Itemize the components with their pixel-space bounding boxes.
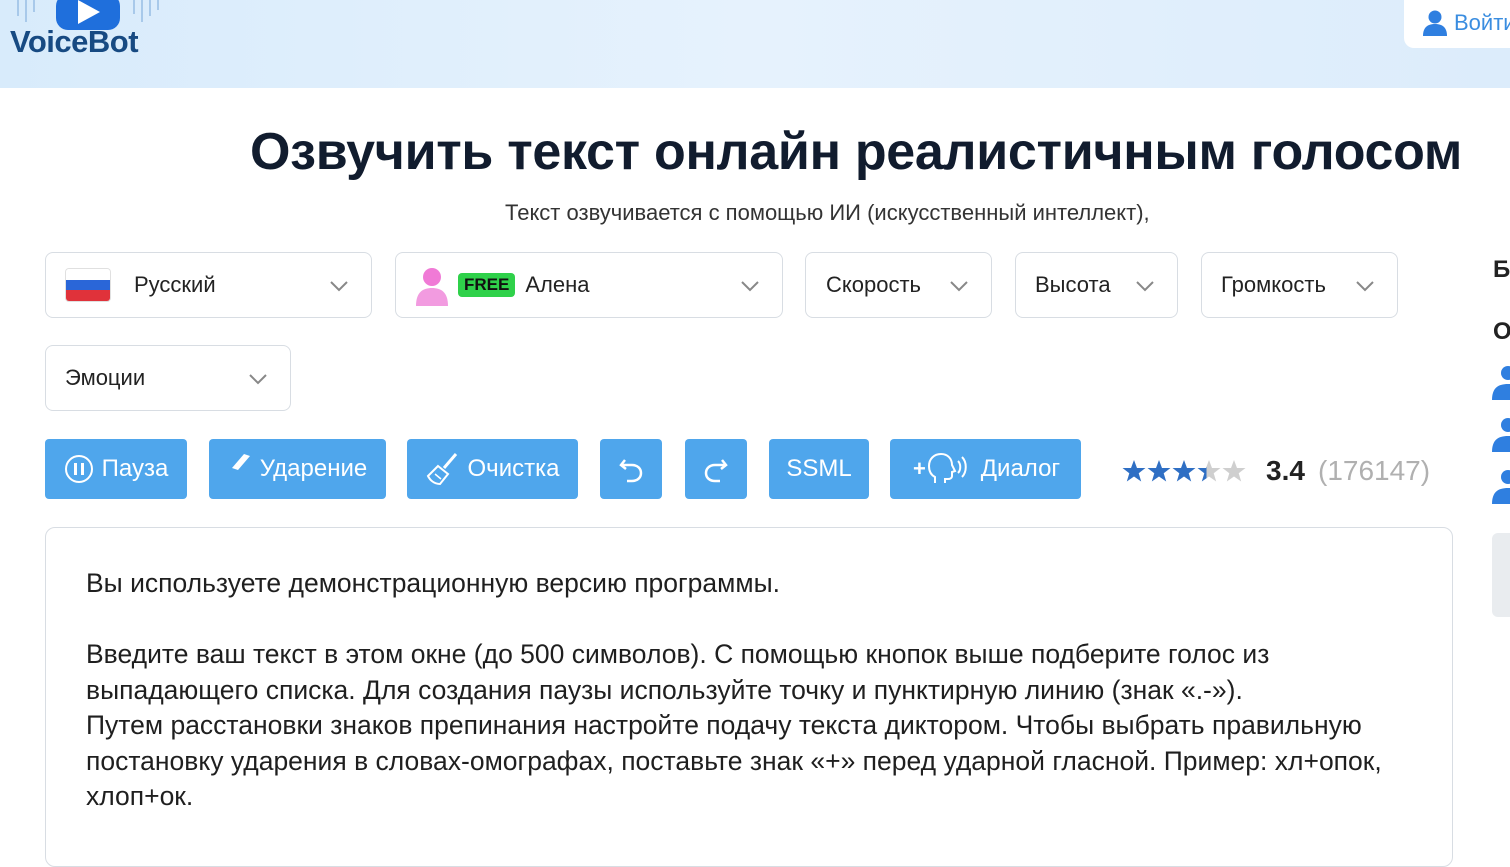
rating-value: 3.4 xyxy=(1266,455,1305,486)
pause-button[interactable]: Пауза xyxy=(45,439,187,499)
language-value: Русский xyxy=(134,272,216,297)
russia-flag-icon xyxy=(66,269,110,301)
svg-text:+: + xyxy=(913,456,926,481)
emotions-label: Эмоции xyxy=(65,365,146,390)
login-button[interactable]: Войти xyxy=(1404,0,1510,48)
voice-select[interactable]: FREE Алена xyxy=(395,252,783,318)
female-avatar-icon xyxy=(416,268,448,306)
clear-label: Очистка xyxy=(467,455,560,482)
redo-icon xyxy=(704,459,728,483)
text-editor[interactable]: Вы используете демонстрационную версию п… xyxy=(45,527,1453,867)
ssml-button[interactable]: SSML xyxy=(769,439,869,499)
logo[interactable]: VoiceBot xyxy=(4,0,174,74)
undo-icon xyxy=(619,459,643,483)
chevron-down-icon xyxy=(1136,281,1154,292)
pitch-select[interactable]: Высота xyxy=(1015,252,1178,318)
chevron-down-icon xyxy=(741,281,759,292)
login-label: Войти xyxy=(1454,10,1510,35)
sidebar-heading-b: Б xyxy=(1493,256,1510,283)
logo-text: VoiceBot xyxy=(10,24,139,59)
sidebar-panel[interactable] xyxy=(1492,533,1510,617)
site-header: VoiceBot Войти xyxy=(0,0,1510,88)
page-title: Озвучить текст онлайн реалистичным голос… xyxy=(250,123,1463,181)
broom-icon xyxy=(426,453,457,486)
page-subtitle: Текст озвучивается с помощью ИИ (искусст… xyxy=(505,200,1150,225)
clear-button[interactable]: Очистка xyxy=(407,439,578,499)
free-badge: FREE xyxy=(458,273,516,297)
speed-label: Скорость xyxy=(826,272,922,297)
add-speaker-icon: + xyxy=(913,452,967,483)
chevron-down-icon xyxy=(249,374,267,385)
pause-label: Пауза xyxy=(101,455,169,482)
chevron-down-icon xyxy=(330,281,348,292)
chevron-down-icon xyxy=(1356,281,1374,292)
pause-icon xyxy=(64,455,93,483)
ssml-label: SSML xyxy=(786,455,852,482)
stress-label: Ударение xyxy=(259,455,368,482)
stress-button[interactable]: Ударение xyxy=(209,439,386,499)
emotions-select[interactable]: Эмоции xyxy=(45,345,291,411)
volume-select[interactable]: Громкость xyxy=(1201,252,1398,318)
star-rating-icon xyxy=(1122,460,1246,482)
language-select[interactable]: Русский xyxy=(45,252,372,318)
rating-stars[interactable] xyxy=(1122,458,1246,484)
rating-count: (176147) xyxy=(1318,455,1431,486)
pitch-label: Высота xyxy=(1035,272,1111,297)
stress-mark-icon xyxy=(231,454,250,470)
user-icon xyxy=(1492,366,1510,400)
speed-select[interactable]: Скорость xyxy=(805,252,992,318)
user-icon xyxy=(1492,418,1510,452)
voice-value: Алена xyxy=(525,272,590,297)
editor-text: Вы используете демонстрационную версию п… xyxy=(86,568,1382,811)
dialog-button[interactable]: + Диалог xyxy=(890,439,1081,499)
volume-label: Громкость xyxy=(1221,272,1326,297)
sidebar-heading-o: О xyxy=(1493,318,1510,345)
user-icon xyxy=(1423,10,1447,36)
user-icon xyxy=(1492,470,1510,504)
undo-button[interactable] xyxy=(600,439,662,499)
redo-button[interactable] xyxy=(685,439,747,499)
dialog-label: Диалог xyxy=(980,455,1061,482)
chevron-down-icon xyxy=(950,281,968,292)
